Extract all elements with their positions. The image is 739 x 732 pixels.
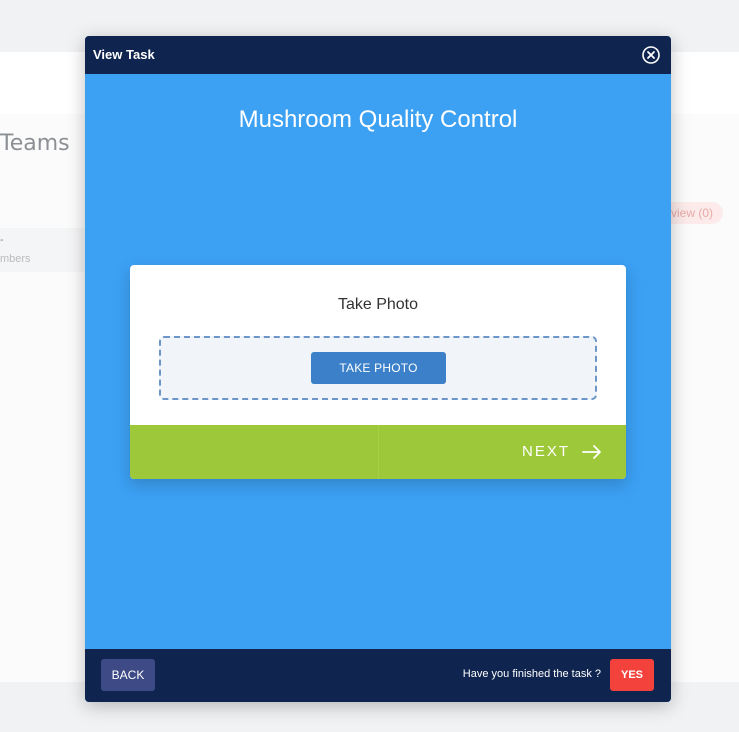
background-team-row-marker: - [0, 234, 4, 246]
modal-header: View Task [85, 36, 671, 74]
photo-dropzone[interactable]: TAKE PHOTO [159, 336, 597, 400]
step-label: Take Photo [337, 296, 419, 313]
view-task-modal: View Task Mushroom Quality Control Take … [85, 36, 671, 702]
modal-title: View Task [93, 47, 155, 62]
close-button[interactable] [641, 45, 661, 65]
background-team-row-subtitle: mbers [0, 253, 31, 265]
yes-button[interactable]: YES [610, 659, 654, 691]
back-button[interactable]: BACK [101, 659, 155, 691]
finished-task-question: Have you finished the task ? [462, 668, 601, 680]
task-step-card: Take Photo TAKE PHOTO NEXT [130, 265, 626, 479]
modal-footer: BACK Have you finished the task ? YES [85, 649, 671, 702]
arrow-right-icon [582, 445, 601, 459]
take-photo-button[interactable]: TAKE PHOTO [311, 352, 446, 384]
background-section-title: Teams [0, 131, 70, 156]
task-title: Mushroom Quality Control [238, 106, 518, 133]
step-navigation-bar: NEXT [130, 425, 626, 479]
next-button[interactable]: NEXT [379, 425, 626, 479]
close-circle-icon [642, 46, 660, 64]
next-button-label: NEXT [521, 443, 570, 460]
background-team-row[interactable] [0, 228, 90, 272]
